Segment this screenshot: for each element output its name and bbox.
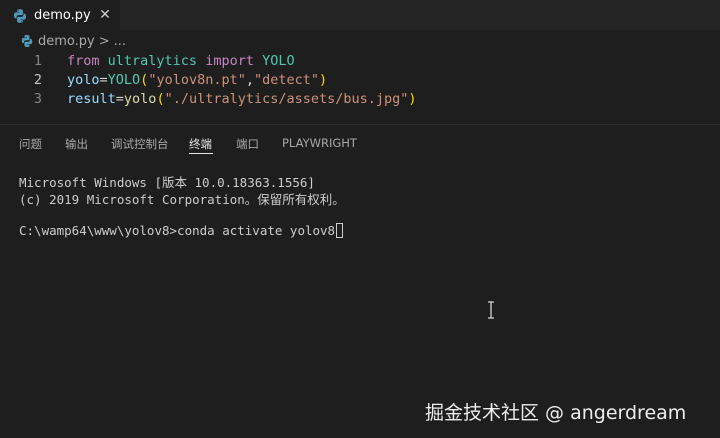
python-file-icon <box>14 8 26 23</box>
breadcrumb-more[interactable]: ... <box>114 34 126 49</box>
tab-problems[interactable]: 问题 <box>19 136 42 152</box>
terminal-line: (c) 2019 Microsoft Corporation。保留所有权利。 <box>19 192 345 207</box>
terminal-line: Microsoft Windows [版本 10.0.18363.1556] <box>19 175 315 190</box>
tab-ports[interactable]: 端口 <box>236 136 259 152</box>
text-cursor-icon <box>488 301 494 319</box>
breadcrumb: demo.py > ... <box>0 30 720 52</box>
terminal-command: C:\wamp64\www\yolov8>conda activate yolo… <box>19 223 336 238</box>
python-file-icon <box>21 35 33 47</box>
tab-output[interactable]: 输出 <box>65 136 88 152</box>
line-number: 3 <box>33 91 42 107</box>
watermark: 掘金技术社区 @ angerdream <box>425 402 687 424</box>
editor-tab-bar: demo.py ✕ <box>0 0 720 30</box>
breadcrumb-separator: > <box>98 33 110 49</box>
active-tab-indicator <box>189 153 213 154</box>
code-line-active[interactable]: 2 yolo=YOLO("yolov8n.pt","detect") <box>0 71 720 90</box>
tab-demo-py[interactable]: demo.py ✕ <box>0 0 120 30</box>
tab-terminal[interactable]: 终端 <box>189 136 212 152</box>
breadcrumb-file[interactable]: demo.py <box>38 34 95 49</box>
code-text: yolo=YOLO("yolov8n.pt","detect") <box>67 72 328 88</box>
terminal-prompt-line[interactable]: C:\wamp64\www\yolov8>conda activate yolo… <box>19 223 709 240</box>
terminal-output[interactable]: Microsoft Windows [版本 10.0.18363.1556] (… <box>19 172 709 240</box>
terminal-cursor <box>336 223 344 238</box>
line-number: 2 <box>33 72 42 88</box>
code-text: from ultralytics import YOLO <box>67 53 295 69</box>
tab-label: demo.py <box>34 8 91 23</box>
code-line[interactable]: 3 result=yolo("./ultralytics/assets/bus.… <box>0 90 720 109</box>
tab-debug-console[interactable]: 调试控制台 <box>111 136 169 152</box>
panel-tab-bar: 问题 输出 调试控制台 终端 端口 PLAYWRIGHT <box>0 124 720 161</box>
line-number: 1 <box>33 53 42 69</box>
close-icon[interactable]: ✕ <box>98 8 112 22</box>
code-text: result=yolo("./ultralytics/assets/bus.jp… <box>67 91 417 107</box>
code-line[interactable]: 1 from ultralytics import YOLO <box>0 52 720 71</box>
code-editor[interactable]: 1 from ultralytics import YOLO 2 yolo=YO… <box>0 52 720 124</box>
tab-playwright[interactable]: PLAYWRIGHT <box>282 136 357 150</box>
